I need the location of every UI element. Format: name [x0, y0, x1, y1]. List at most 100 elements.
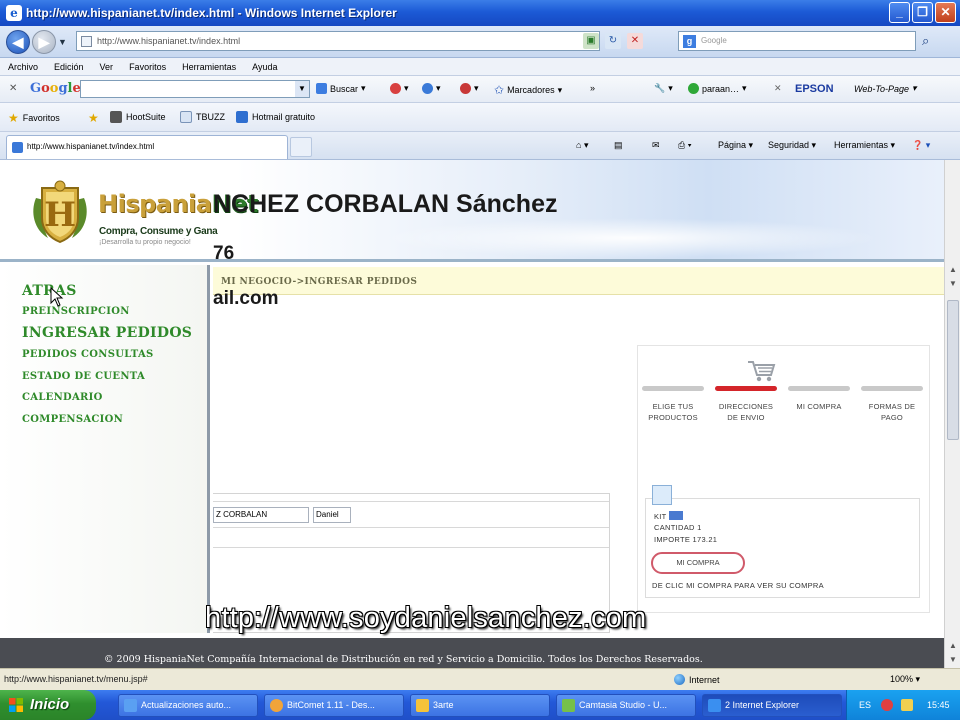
tray-app-icon[interactable] — [901, 699, 913, 711]
sidebar-item-ingresar-pedidos[interactable]: INGRESAR PEDIDOS — [22, 325, 192, 341]
window-titlebar[interactable]: e http://www.hispanianet.tv/index.html -… — [0, 0, 960, 26]
minimize-button[interactable]: _ — [889, 2, 910, 23]
forward-button[interactable]: ▶ — [32, 30, 56, 54]
sidebar-item-estado-de-cuenta[interactable]: ESTADO DE CUENTA — [22, 371, 145, 382]
sidebar-item-pedidos-consultas[interactable]: PEDIDOS CONSULTAS — [22, 349, 154, 360]
taskbar-button[interactable]: Camtasia Studio - U... — [556, 694, 696, 717]
menu-ayuda[interactable]: Ayuda — [252, 62, 277, 72]
add-favorite-button[interactable]: ★ — [88, 111, 99, 125]
menu-archivo[interactable]: Archivo — [8, 62, 38, 72]
pagerank-icon — [390, 83, 401, 94]
sidebar-item-preinscripcion[interactable]: PREINSCRIPCION — [22, 306, 130, 317]
stop-icon[interactable]: ✕ — [627, 33, 643, 49]
history-dropdown-icon[interactable]: ▼ — [58, 37, 67, 47]
globe-icon — [674, 674, 685, 685]
close-toolbar-icon[interactable]: ✕ — [9, 83, 17, 94]
step-elige-productos[interactable]: ELIGE TUS PRODUCTOS — [642, 386, 704, 423]
taskbar-button[interactable]: BitComet 1.11 - Des... — [264, 694, 404, 717]
close-epson-icon[interactable]: ✕ — [774, 83, 782, 94]
breadcrumb-text: MI NEGOCIO->INGRESAR PEDIDOS — [221, 277, 418, 287]
language-indicator[interactable]: ES — [859, 700, 871, 710]
buscar-label: Buscar — [330, 83, 359, 94]
site-sidebar: ATRAS PREINSCRIPCION INGRESAR PEDIDOS PE… — [0, 265, 210, 633]
restore-button[interactable]: ❐ — [912, 2, 933, 23]
back-button[interactable]: ◀ — [6, 30, 30, 54]
breadcrumb: MI NEGOCIO->INGRESAR PEDIDOS — [213, 267, 944, 295]
add-star-icon: ★ — [88, 111, 99, 125]
search-input[interactable]: g Google — [678, 31, 916, 51]
print-button[interactable]: ⎙ ▾ — [678, 140, 691, 151]
paraan-button[interactable]: paraan… ▾ — [688, 83, 747, 94]
web-to-page-button[interactable]: Web-To-Page ▾ — [854, 83, 917, 94]
shopping-cart-icon — [748, 361, 776, 382]
step-direcciones-envio[interactable]: DIRECCIONES DE ENVIO — [715, 386, 777, 423]
toolbar-tool-button[interactable]: ▾ — [460, 83, 479, 94]
buscar-button[interactable]: Buscar ▾ — [316, 83, 366, 94]
google-search-input[interactable]: ▼ — [80, 80, 310, 98]
step-mi-compra[interactable]: MI COMPRA — [788, 386, 850, 412]
taskbar-button[interactable]: 2 Internet Explorer — [702, 694, 842, 717]
camtasia-icon — [562, 699, 575, 712]
ie-icon — [708, 699, 721, 712]
favorite-hootsuite[interactable]: HootSuite — [110, 111, 166, 123]
menu-edicion[interactable]: Edición — [54, 62, 84, 72]
favorites-button[interactable]: ★ Favoritos — [8, 111, 60, 125]
address-input[interactable]: http://www.hispanianet.tv/index.html — [76, 31, 600, 51]
scroll-up-icon[interactable]: ▲ — [947, 264, 959, 276]
cart-hint: DE CLIC MI COMPRA PARA VER SU COMPRA — [652, 581, 824, 590]
favorite-hotmail[interactable]: Hotmail gratuito — [236, 111, 315, 123]
chevron-down-icon[interactable]: ▼ — [295, 81, 309, 97]
taskbar: Inicio Actualizaciones auto... BitComet … — [0, 690, 960, 720]
hispanianet-crest-logo: H — [33, 180, 87, 244]
menu-favoritos[interactable]: Favoritos — [129, 62, 166, 72]
toolbar-tool-button[interactable]: ▾ — [390, 83, 409, 94]
security-zone[interactable]: Internet — [674, 674, 720, 685]
help-button[interactable]: ❓ ▾ — [912, 140, 930, 151]
firstname-field[interactable]: Daniel — [313, 507, 351, 523]
toolbar-tool-button[interactable]: ▾ — [422, 83, 441, 94]
refresh-icon[interactable]: ↻ — [605, 33, 621, 49]
start-button[interactable]: Inicio — [0, 690, 96, 720]
new-tab-button[interactable] — [290, 137, 312, 157]
google-search-icon: g — [683, 35, 696, 48]
scroll-up-icon[interactable]: ▲ — [947, 640, 959, 652]
lastname-field[interactable]: Z CORBALAN — [213, 507, 309, 523]
home-button[interactable]: ⌂ ▾ — [576, 140, 588, 151]
product-thumbnail[interactable] — [652, 485, 672, 505]
clock[interactable]: 15:45 — [927, 700, 950, 710]
marcadores-button[interactable]: ✩ Marcadores ▾ — [494, 83, 562, 97]
scroll-thumb[interactable] — [947, 300, 959, 440]
scroll-down-icon[interactable]: ▼ — [947, 654, 959, 666]
sidebar-item-compensacion[interactable]: COMPENSACION — [22, 414, 123, 425]
tools-menu[interactable]: Herramientas ▾ — [834, 140, 895, 151]
mi-compra-button[interactable]: MI COMPRA — [651, 552, 745, 574]
tray-app-icon[interactable] — [881, 699, 893, 711]
scroll-down-icon[interactable]: ▼ — [947, 278, 959, 290]
mail-button[interactable]: ✉ — [652, 140, 660, 151]
taskbar-button[interactable]: Actualizaciones auto... — [118, 694, 258, 717]
start-label: Inicio — [30, 696, 70, 713]
menu-ver[interactable]: Ver — [100, 62, 114, 72]
feeds-button[interactable]: ▤ — [614, 140, 623, 151]
site-footer: © 2009 HispaniaNet Compañía Internaciona… — [0, 638, 944, 668]
favorite-tbuzz[interactable]: TBUZZ — [180, 111, 225, 123]
browser-tab-active[interactable]: http://www.hispanianet.tv/index.html — [6, 135, 288, 159]
search-go-icon[interactable]: ⌕ — [922, 33, 929, 49]
tab-favicon — [12, 142, 23, 153]
wrench-button[interactable]: 🔧 ▾ — [654, 83, 673, 94]
search-icon — [316, 83, 327, 94]
window-title: http://www.hispanianet.tv/index.html - W… — [26, 6, 397, 20]
step-label: DIRECCIONES DE ENVIO — [718, 402, 774, 422]
menu-herramientas[interactable]: Herramientas — [182, 62, 236, 72]
toolbar-more-button[interactable]: » — [590, 83, 595, 93]
paraan-label: paraan… — [702, 83, 740, 94]
page-scrollbar[interactable]: ▲ ▼ ▲ ▼ — [944, 160, 960, 668]
close-button[interactable]: ✕ — [935, 2, 956, 23]
sidebar-item-calendario[interactable]: CALENDARIO — [22, 392, 103, 403]
compat-view-icon[interactable]: ▣ — [583, 33, 599, 49]
zoom-level[interactable]: 100% ▾ — [890, 674, 920, 685]
security-menu[interactable]: Seguridad ▾ — [768, 140, 816, 151]
step-formas-pago[interactable]: FORMAS DE PAGO — [861, 386, 923, 423]
page-menu[interactable]: Página ▾ — [718, 140, 753, 151]
taskbar-button[interactable]: 3arte — [410, 694, 550, 717]
